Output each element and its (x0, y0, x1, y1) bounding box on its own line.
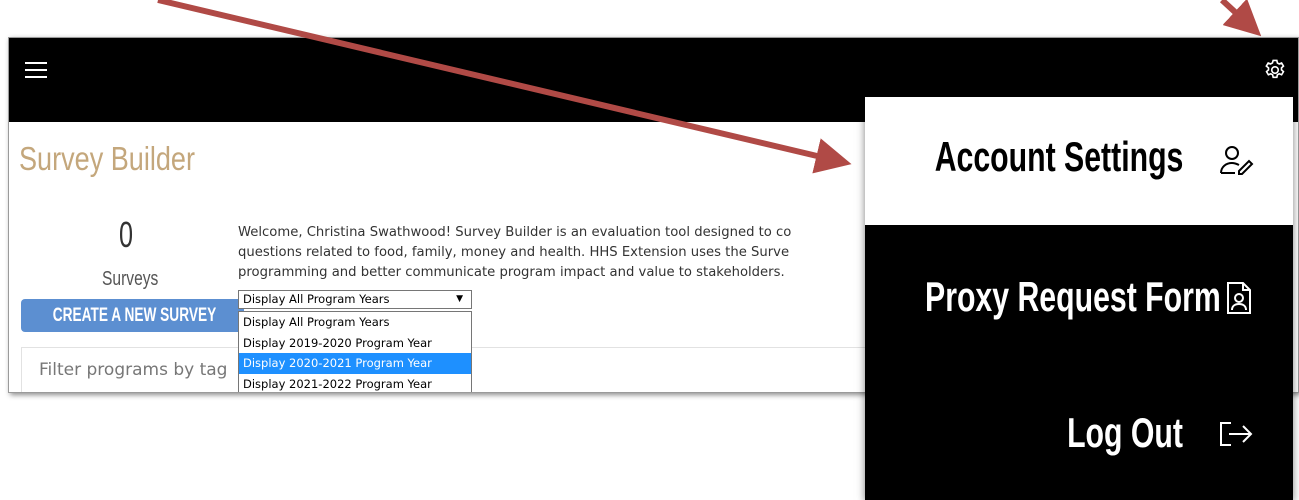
user-edit-icon (1220, 146, 1254, 175)
program-year-option[interactable]: Display All Program Years (239, 312, 471, 333)
welcome-text: Welcome, Christina Swathwood! Survey Bui… (238, 223, 878, 283)
menu-item-log-out[interactable]: Log Out (865, 365, 1293, 500)
hamburger-menu-icon[interactable] (25, 61, 47, 81)
create-survey-button-label: CREATE A NEW SURVEY (52, 305, 217, 326)
menu-item-proxy-request-form[interactable]: Proxy Request Form (865, 225, 1293, 365)
program-year-option[interactable]: Display 2021-2022 Program Year (239, 374, 471, 393)
survey-count: 0 (119, 214, 134, 255)
welcome-line: Welcome, Christina Swathwood! Survey Bui… (238, 225, 792, 240)
program-year-option[interactable]: Display 2019-2020 Program Year (239, 333, 471, 354)
survey-count-label: Surveys (102, 268, 159, 290)
gear-icon[interactable] (1262, 57, 1288, 83)
program-year-option-highlighted[interactable]: Display 2020-2021 Program Year (239, 353, 471, 374)
menu-item-label: Account Settings (934, 133, 1183, 180)
program-year-select[interactable]: Display All Program Years ▼ (238, 290, 472, 309)
settings-dropdown-menu: Account Settings Proxy Request Form Log … (865, 97, 1293, 500)
screenshot-stage: Survey Builder 0 Surveys CREATE A NEW SU… (0, 0, 1299, 500)
program-year-options: Display All Program Years Display 2019-2… (238, 311, 472, 393)
menu-item-label: Log Out (1067, 409, 1183, 456)
welcome-line: programming and better communicate progr… (238, 265, 785, 280)
select-arrow-icon: ▼ (456, 294, 463, 304)
menu-item-account-settings[interactable]: Account Settings (865, 97, 1293, 225)
filter-placeholder: Filter programs by tag (39, 360, 228, 380)
annotation-arrow (1219, 0, 1262, 37)
welcome-line: questions related to food, family, money… (238, 245, 790, 260)
logout-arrow-icon (1220, 422, 1253, 446)
create-survey-button[interactable]: CREATE A NEW SURVEY (21, 299, 244, 332)
program-year-select-value: Display All Program Years (243, 292, 390, 306)
page-title: Survey Builder (19, 140, 195, 177)
menu-item-label: Proxy Request Form (925, 273, 1221, 320)
user-document-icon (1227, 282, 1251, 314)
